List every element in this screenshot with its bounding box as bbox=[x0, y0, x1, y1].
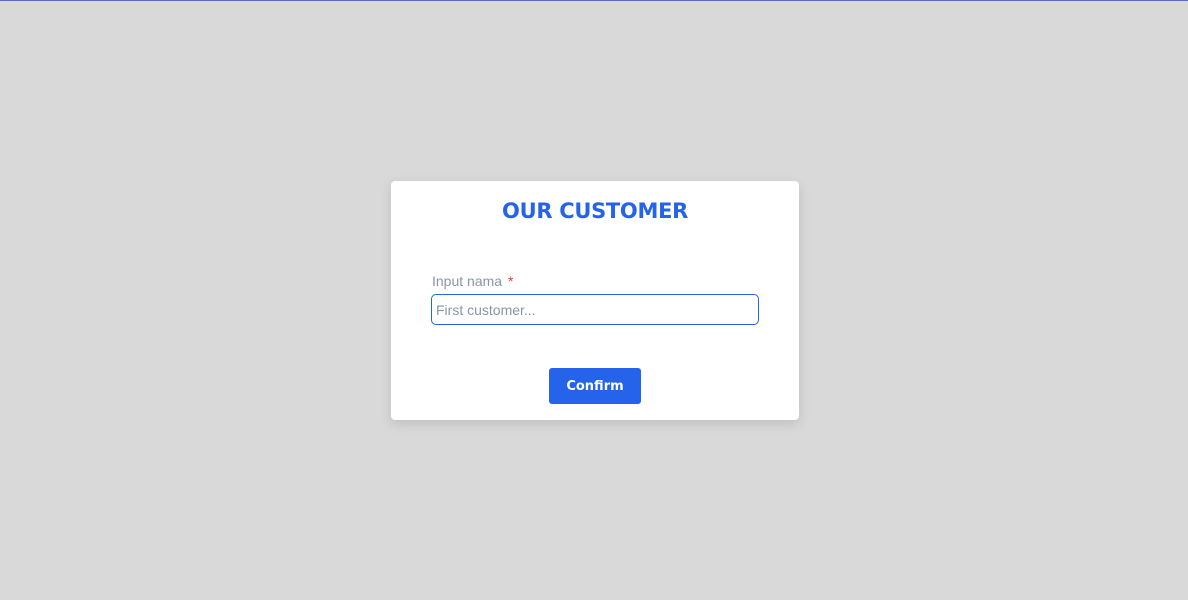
top-border-line bbox=[0, 0, 1188, 1]
customer-name-input[interactable] bbox=[431, 294, 759, 325]
page-title: OUR CUSTOMER bbox=[502, 199, 688, 223]
customer-form-card: OUR CUSTOMER Input nama * Confirm bbox=[391, 181, 799, 420]
confirm-button[interactable]: Confirm bbox=[549, 368, 641, 404]
name-field-label-text: Input nama bbox=[432, 273, 503, 289]
required-marker: * bbox=[507, 273, 514, 289]
name-field-label: Input nama * bbox=[432, 272, 513, 290]
